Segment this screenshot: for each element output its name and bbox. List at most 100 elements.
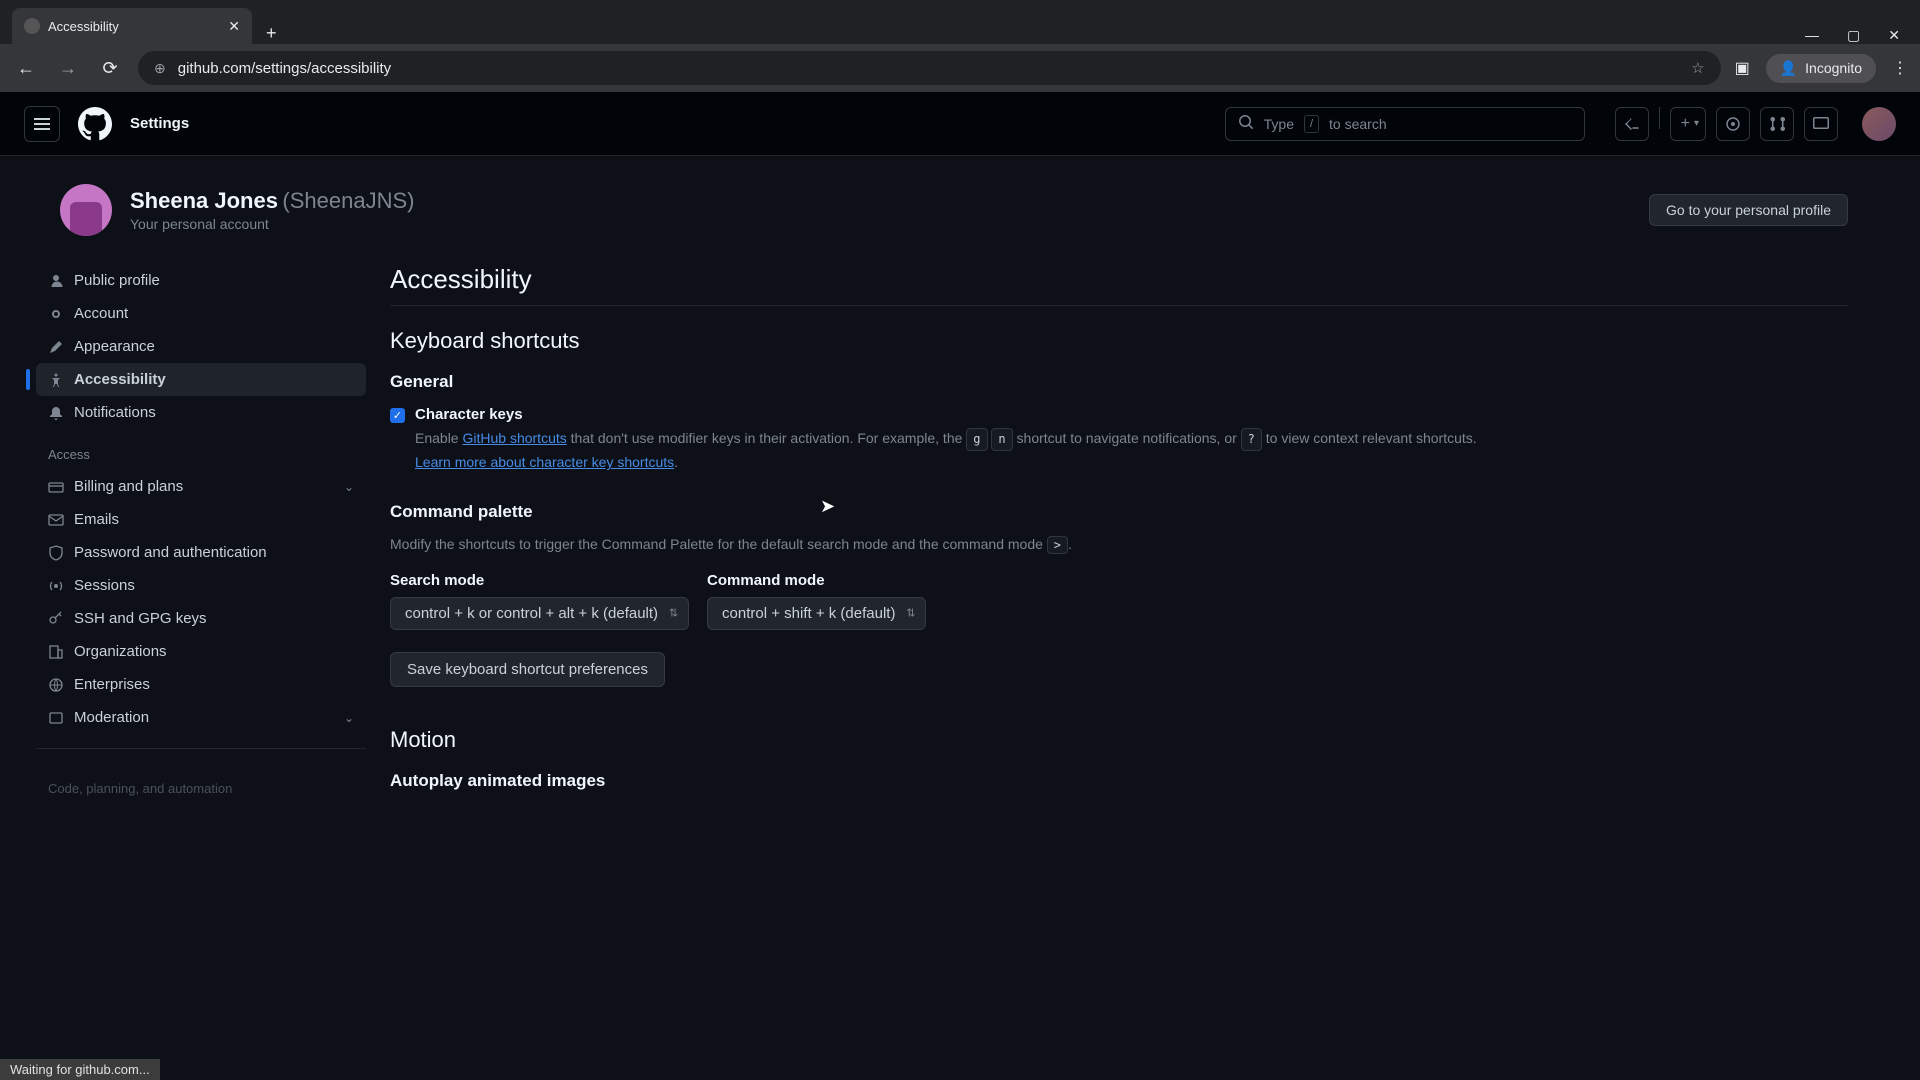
url-text: github.com/settings/accessibility — [178, 60, 391, 77]
incognito-badge[interactable]: 👤 Incognito — [1766, 54, 1876, 83]
user-avatar-button[interactable] — [1862, 107, 1896, 141]
learn-more-link[interactable]: Learn more about character key shortcuts — [415, 454, 674, 470]
sidebar-item-password[interactable]: Password and authentication — [36, 536, 366, 569]
n-key-badge: n — [991, 428, 1012, 451]
broadcast-icon — [48, 578, 64, 594]
command-palette-heading: Command palette — [390, 502, 1848, 522]
sidebar-item-notifications[interactable]: Notifications — [36, 396, 366, 429]
site-info-icon[interactable]: ⊕ — [154, 60, 166, 77]
sidebar-label: Moderation — [74, 709, 149, 726]
sidebar-label: Sessions — [74, 577, 135, 594]
g-key-badge: g — [966, 428, 987, 451]
command-mode-select[interactable]: control + shift + k (default) — [707, 597, 926, 630]
sidebar-item-accessibility[interactable]: Accessibility — [36, 363, 366, 396]
command-palette-button[interactable] — [1615, 107, 1649, 141]
search-text-suffix: to search — [1329, 116, 1387, 132]
profile-display-name: Sheena Jones — [130, 188, 278, 213]
github-shortcuts-link[interactable]: GitHub shortcuts — [462, 430, 566, 446]
new-tab-button[interactable]: + — [252, 23, 291, 44]
nav-reload-button[interactable]: ⟳ — [96, 58, 124, 79]
sidebar-label: Appearance — [74, 338, 155, 355]
character-keys-checkbox[interactable]: ✓ — [390, 408, 405, 423]
nav-forward-button[interactable]: → — [54, 58, 82, 79]
browser-tab-bar: Accessibility ✕ + — ▢ ✕ — [0, 0, 1920, 44]
header-breadcrumb[interactable]: Settings — [130, 115, 189, 132]
sidebar-label: Billing and plans — [74, 478, 183, 495]
report-icon — [48, 710, 64, 726]
browser-menu-button[interactable]: ⋮ — [1892, 58, 1908, 78]
settings-content: Accessibility Keyboard shortcuts General… — [390, 264, 1884, 805]
sidebar-label: SSH and GPG keys — [74, 610, 207, 627]
shield-lock-icon — [48, 545, 64, 561]
chevron-down-icon: ⌄ — [344, 480, 354, 494]
search-mode-select[interactable]: control + k or control + alt + k (defaul… — [390, 597, 689, 630]
browser-tab[interactable]: Accessibility ✕ — [12, 8, 252, 44]
sidebar-item-emails[interactable]: Emails — [36, 503, 366, 536]
incognito-icon: 👤 — [1780, 60, 1797, 77]
sidebar-label: Notifications — [74, 404, 156, 421]
nav-back-button[interactable]: ← — [12, 58, 40, 79]
sidebar-label: Public profile — [74, 272, 160, 289]
sidebar-label: Password and authentication — [74, 544, 267, 561]
save-keyboard-preferences-button[interactable]: Save keyboard shortcut preferences — [390, 652, 665, 687]
general-heading: General — [390, 372, 1848, 392]
page-title: Accessibility — [390, 264, 1848, 306]
window-close-button[interactable]: ✕ — [1888, 27, 1900, 44]
search-text-prefix: Type — [1264, 116, 1294, 132]
bookmark-star-icon[interactable]: ☆ — [1691, 59, 1704, 77]
sidebar-item-sessions[interactable]: Sessions — [36, 569, 366, 602]
notifications-button[interactable] — [1804, 107, 1838, 141]
tab-favicon — [24, 18, 40, 34]
character-keys-description: Enable GitHub shortcuts that don't use m… — [415, 427, 1477, 474]
window-maximize-button[interactable]: ▢ — [1847, 27, 1860, 44]
window-minimize-button[interactable]: — — [1805, 27, 1819, 44]
sidebar-heading-access: Access — [36, 429, 366, 470]
search-key-hint: / — [1304, 115, 1319, 133]
mail-icon — [48, 512, 64, 528]
sidebar-item-appearance[interactable]: Appearance — [36, 330, 366, 363]
accessibility-icon — [48, 372, 64, 388]
sidebar-heading-code: Code, planning, and automation — [36, 763, 366, 804]
profile-avatar — [60, 184, 112, 236]
search-mode-label: Search mode — [390, 572, 689, 589]
tab-close-button[interactable]: ✕ — [228, 18, 240, 35]
profile-subtitle: Your personal account — [130, 216, 414, 232]
issues-button[interactable] — [1716, 107, 1750, 141]
keyboard-shortcuts-heading: Keyboard shortcuts — [390, 328, 1848, 354]
sidebar-item-ssh-keys[interactable]: SSH and GPG keys — [36, 602, 366, 635]
browser-status-bar: Waiting for github.com... — [0, 1059, 160, 1080]
bell-icon — [48, 405, 64, 421]
sidebar-item-organizations[interactable]: Organizations — [36, 635, 366, 668]
settings-sidebar: Public profile Account Appearance Access… — [36, 264, 366, 805]
search-icon — [1238, 114, 1254, 133]
character-keys-label: Character keys — [415, 406, 1477, 423]
hamburger-menu-button[interactable] — [24, 106, 60, 142]
sidebar-label: Account — [74, 305, 128, 322]
incognito-label: Incognito — [1805, 60, 1862, 76]
browser-toolbar: ← → ⟳ ⊕ github.com/settings/accessibilit… — [0, 44, 1920, 92]
chevron-down-icon: ⌄ — [344, 711, 354, 725]
credit-card-icon — [48, 479, 64, 495]
sidebar-item-moderation[interactable]: Moderation ⌄ — [36, 701, 366, 734]
sidebar-item-public-profile[interactable]: Public profile — [36, 264, 366, 297]
tab-title: Accessibility — [48, 19, 119, 34]
github-header: Settings Type / to search +▾ — [0, 92, 1920, 156]
gear-icon — [48, 306, 64, 322]
person-icon — [48, 273, 64, 289]
go-to-profile-button[interactable]: Go to your personal profile — [1649, 194, 1848, 226]
extensions-icon[interactable]: ▣ — [1735, 58, 1750, 78]
sidebar-item-account[interactable]: Account — [36, 297, 366, 330]
key-icon — [48, 611, 64, 627]
pull-requests-button[interactable] — [1760, 107, 1794, 141]
github-logo-icon[interactable] — [78, 107, 112, 141]
paintbrush-icon — [48, 339, 64, 355]
search-input[interactable]: Type / to search — [1225, 107, 1585, 141]
question-key-badge: ? — [1241, 428, 1262, 451]
address-bar[interactable]: ⊕ github.com/settings/accessibility ☆ — [138, 51, 1721, 85]
sidebar-item-billing[interactable]: Billing and plans ⌄ — [36, 470, 366, 503]
sidebar-item-enterprises[interactable]: Enterprises — [36, 668, 366, 701]
command-mode-label: Command mode — [707, 572, 926, 589]
create-new-button[interactable]: +▾ — [1670, 107, 1706, 141]
gt-key-badge: > — [1047, 536, 1068, 554]
globe-icon — [48, 677, 64, 693]
